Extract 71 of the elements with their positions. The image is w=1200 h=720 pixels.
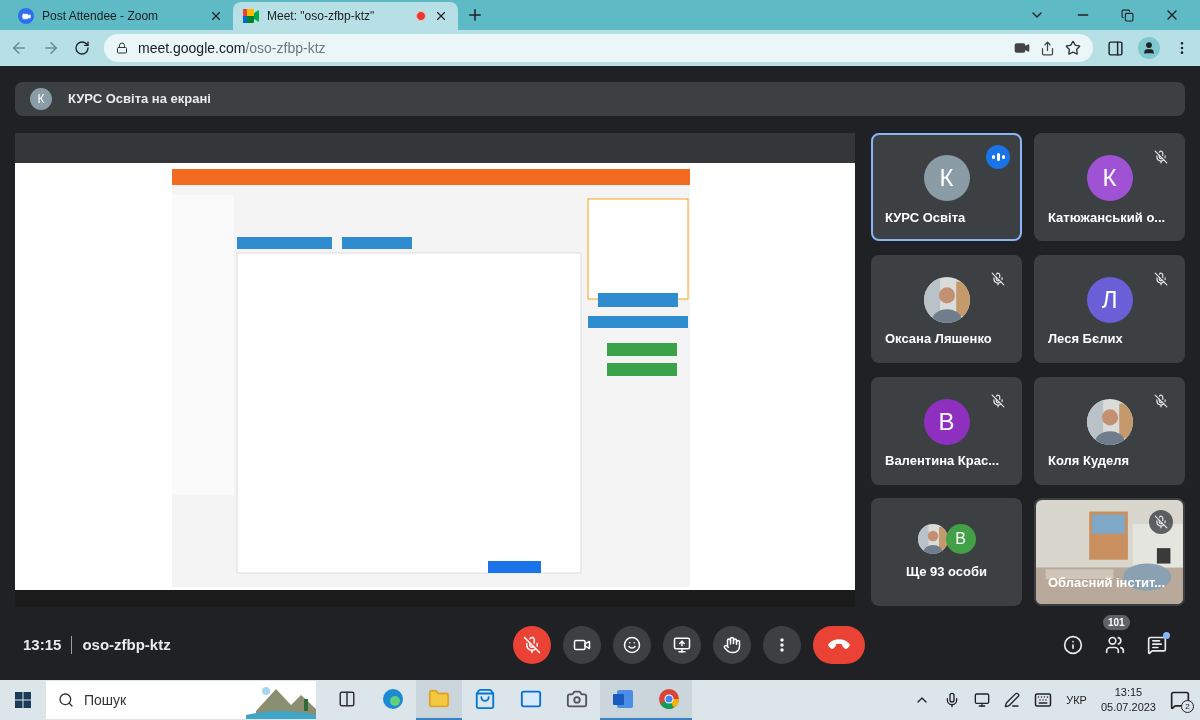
participant-tile[interactable]: К КУРС Освіта bbox=[871, 133, 1022, 241]
more-vertical-icon bbox=[780, 638, 784, 652]
side-panel-icon[interactable] bbox=[1107, 39, 1124, 57]
present-screen-icon bbox=[673, 636, 691, 654]
tab-title: Meet: "oso-zfbp-ktz" bbox=[267, 8, 376, 25]
participant-tile[interactable]: Л Леся Бєлих bbox=[1034, 254, 1185, 363]
keyboard-icon[interactable] bbox=[1034, 691, 1053, 709]
more-participants-tile[interactable]: В Ще 93 особи bbox=[871, 498, 1022, 607]
participant-name: Валентина Крас... bbox=[885, 452, 999, 470]
taskbar-clock[interactable]: 13:15 05.07.2023 bbox=[1100, 685, 1156, 715]
people-icon[interactable] bbox=[1105, 635, 1125, 655]
close-tab-icon[interactable] bbox=[209, 9, 223, 23]
camera-icon[interactable] bbox=[1014, 40, 1030, 56]
emoji-button[interactable] bbox=[613, 626, 651, 664]
forward-icon[interactable] bbox=[42, 39, 60, 57]
more-options-button[interactable] bbox=[763, 626, 801, 664]
meeting-details-icon[interactable] bbox=[1063, 635, 1083, 655]
lock-icon bbox=[116, 42, 128, 54]
participant-name: Обласний інстит... bbox=[1048, 573, 1166, 592]
tab-title: Post Attendee - Zoom bbox=[42, 8, 160, 25]
taskbar-search-field[interactable]: Пошук bbox=[46, 681, 316, 719]
taskbar-app-icon[interactable] bbox=[600, 680, 646, 720]
participant-tile[interactable]: Оксана Ляшенко bbox=[871, 254, 1022, 363]
avatar: К bbox=[1086, 155, 1133, 201]
meeting-code: oso-zfbp-ktz bbox=[82, 634, 171, 655]
hand-icon bbox=[723, 636, 741, 654]
present-button[interactable] bbox=[663, 626, 701, 664]
browser-tab[interactable]: Post Attendee - Zoom bbox=[8, 2, 233, 30]
avatar: В bbox=[945, 523, 976, 554]
chat-icon[interactable] bbox=[1147, 635, 1167, 655]
participant-name: КУРС Освіта bbox=[885, 208, 966, 227]
restore-icon[interactable] bbox=[1121, 8, 1134, 22]
avatar: К bbox=[923, 155, 970, 201]
windows-start-icon[interactable] bbox=[15, 692, 31, 708]
input-language[interactable]: УКР bbox=[1066, 691, 1087, 709]
address-bar[interactable]: meet.google.com/oso-zfbp-ktz bbox=[104, 34, 1093, 62]
participant-tile[interactable]: Коля Куделя bbox=[1034, 376, 1185, 485]
meeting-time: 13:15 bbox=[23, 634, 62, 655]
pen-icon[interactable] bbox=[1004, 692, 1021, 708]
zoom-logo-icon bbox=[18, 8, 34, 24]
network-icon[interactable] bbox=[974, 692, 991, 708]
browser-tab[interactable]: Meet: "oso-zfbp-ktz" bbox=[233, 2, 458, 30]
participant-name: Коля Куделя bbox=[1048, 452, 1130, 470]
reload-icon[interactable] bbox=[74, 40, 90, 56]
avatar: В bbox=[923, 398, 970, 445]
participant-name: Оксана Ляшенко bbox=[885, 330, 992, 349]
people-count-badge: 101 bbox=[1103, 615, 1130, 630]
participant-tile[interactable]: В Валентина Крас... bbox=[871, 376, 1022, 485]
participant-name: Леся Бєлих bbox=[1048, 330, 1123, 349]
more-participants-label: Ще 93 особи bbox=[905, 562, 988, 581]
raise-hand-button[interactable] bbox=[713, 626, 751, 664]
url-text: meet.google.com/oso-zfbp-ktz bbox=[138, 38, 326, 58]
smiley-icon bbox=[623, 636, 641, 654]
muted-mic-icon bbox=[523, 636, 541, 654]
share-icon[interactable] bbox=[1040, 40, 1055, 56]
close-tab-icon[interactable] bbox=[434, 9, 448, 23]
participant-name: Катюжанський о... bbox=[1048, 208, 1166, 227]
meet-logo-icon bbox=[243, 9, 259, 23]
profile-icon[interactable] bbox=[1138, 37, 1160, 59]
participant-tile[interactable]: К Катюжанський о... bbox=[1034, 133, 1185, 241]
new-tab-icon[interactable] bbox=[466, 6, 484, 24]
back-icon[interactable] bbox=[10, 39, 28, 57]
presenter-label: КУРС Освіта на екрані bbox=[68, 90, 211, 109]
microphone-button[interactable] bbox=[513, 626, 551, 664]
search-icon bbox=[58, 692, 74, 708]
avatar: Л bbox=[1086, 276, 1133, 323]
presenter-avatar: К bbox=[30, 88, 52, 110]
leave-call-button[interactable] bbox=[813, 626, 865, 664]
notification-count: 2 bbox=[1181, 700, 1194, 713]
bookmark-star-icon[interactable] bbox=[1065, 40, 1081, 56]
camera-button[interactable] bbox=[563, 626, 601, 664]
